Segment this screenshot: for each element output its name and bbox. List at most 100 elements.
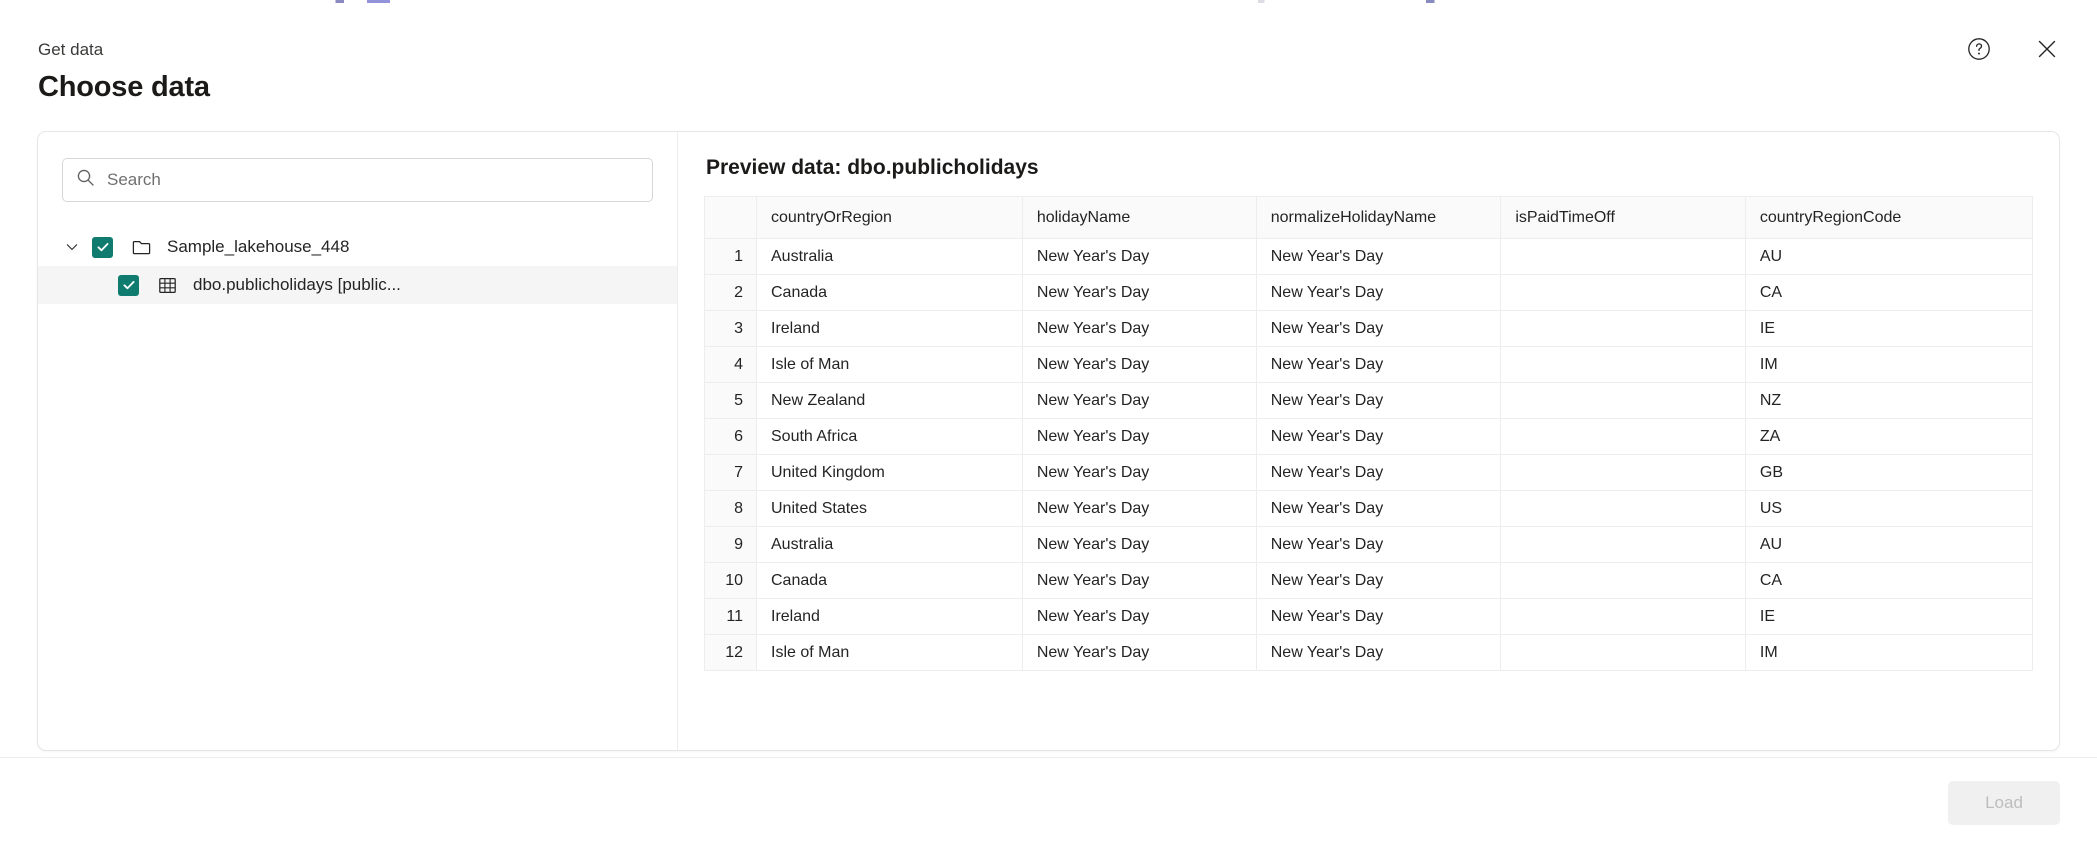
table-cell-normalizeHolidayName: New Year's Day (1255, 526, 1502, 563)
preview-pane: Preview data: dbo.publicholidays country… (678, 132, 2059, 750)
table-cell-countryOrRegion: Isle of Man (756, 346, 1023, 383)
table-cell-isPaidTimeOff (1500, 562, 1746, 599)
row-number: 3 (704, 310, 757, 347)
table-cell-countryOrRegion: United Kingdom (756, 454, 1023, 491)
search-icon (76, 168, 95, 192)
dialog-body: Sample_lakehouse_448 (0, 131, 2097, 751)
table-cell-normalizeHolidayName: New Year's Day (1255, 310, 1502, 347)
close-button[interactable] (2027, 29, 2067, 69)
checkbox-lakehouse[interactable] (92, 236, 113, 258)
table-cell-countryOrRegion: New Zealand (756, 382, 1023, 419)
row-number: 8 (704, 490, 757, 527)
search-wrap (38, 158, 677, 202)
table-cell-countryOrRegion: Ireland (756, 598, 1023, 635)
table-cell-isPaidTimeOff (1500, 490, 1746, 527)
table-cell-holidayName: New Year's Day (1021, 238, 1257, 275)
row-number: 4 (704, 346, 757, 383)
table-cell-countryRegionCode: ZA (1744, 418, 2034, 455)
table-row[interactable]: 2 Canada New Year's Day New Year's Day CA (704, 274, 2034, 311)
table-cell-countryOrRegion: Ireland (756, 310, 1023, 347)
dialog-footer: Load (0, 757, 2097, 847)
table-cell-normalizeHolidayName: New Year's Day (1255, 454, 1502, 491)
preview-header-row: countryOrRegion holidayName normalizeHol… (704, 196, 2034, 239)
source-tree: Sample_lakehouse_448 dbo.publicholidays … (38, 228, 677, 304)
table-cell-countryRegionCode: AU (1744, 238, 2034, 275)
table-cell-countryOrRegion: South Africa (756, 418, 1023, 455)
checkbox-publicholidays[interactable] (118, 274, 139, 296)
table-row[interactable]: 3 Ireland New Year's Day New Year's Day IE (704, 310, 2034, 347)
get-data-dialog: Get data Choose data Search Sample_lakeh… (0, 3, 2097, 847)
table-cell-normalizeHolidayName: New Year's Day (1255, 598, 1502, 635)
panes-container: Sample_lakehouse_448 (37, 131, 2060, 751)
table-row[interactable]: 10 Canada New Year's Day New Year's Day CA (704, 562, 2034, 599)
table-cell-countryOrRegion: United States (756, 490, 1023, 527)
table-row[interactable]: 7 United Kingdom New Year's Day New Year's … (704, 454, 2034, 491)
table-row[interactable]: 11 Ireland New Year's Day New Year's Day IE (704, 598, 2034, 635)
table-cell-normalizeHolidayName: New Year's Day (1255, 382, 1502, 419)
row-number: 6 (704, 418, 757, 455)
table-cell-holidayName: New Year's Day (1021, 562, 1257, 599)
tree-item-publicholidays[interactable]: dbo.publicholidays [public... (38, 266, 677, 304)
search-input[interactable] (107, 159, 639, 201)
table-cell-holidayName: New Year's Day (1021, 274, 1257, 311)
table-cell-isPaidTimeOff (1500, 274, 1746, 311)
table-cell-holidayName: New Year's Day (1021, 454, 1257, 491)
table-cell-countryOrRegion: Australia (756, 526, 1023, 563)
tree-item-label: Sample_lakehouse_448 (167, 237, 350, 256)
table-cell-countryRegionCode: CA (1744, 562, 2034, 599)
table-cell-countryRegionCode: IE (1744, 310, 2034, 347)
table-cell-countryRegionCode: GB (1744, 454, 2034, 491)
table-cell-normalizeHolidayName: New Year's Day (1255, 418, 1502, 455)
help-circle-icon (1966, 36, 1992, 62)
search-box[interactable] (62, 158, 653, 202)
table-row[interactable]: 12 Isle of Man New Year's Day New Year's Da… (704, 634, 2034, 671)
table-cell-isPaidTimeOff (1500, 598, 1746, 635)
table-cell-countryRegionCode: CA (1744, 274, 2034, 311)
header-actions (1959, 29, 2067, 69)
help-button[interactable] (1959, 29, 1999, 69)
row-number: 5 (704, 382, 757, 419)
column-header-normalizeHolidayName[interactable]: normalizeHolidayName (1255, 196, 1502, 239)
table-cell-countryRegionCode: AU (1744, 526, 2034, 563)
source-tree-pane: Sample_lakehouse_448 (38, 132, 678, 750)
table-cell-countryRegionCode: IM (1744, 346, 2034, 383)
table-cell-countryRegionCode: IE (1744, 598, 2034, 635)
table-cell-holidayName: New Year's Day (1021, 382, 1257, 419)
table-cell-normalizeHolidayName: New Year's Day (1255, 562, 1502, 599)
table-cell-isPaidTimeOff (1500, 238, 1746, 275)
table-cell-isPaidTimeOff (1500, 382, 1746, 419)
table-row[interactable]: 1 Australia New Year's Day New Year's Day AU (704, 238, 2034, 275)
table-cell-normalizeHolidayName: New Year's Day (1255, 346, 1502, 383)
column-header-countryRegionCode[interactable]: countryRegionCode (1744, 196, 2034, 239)
table-row[interactable]: 6 South Africa New Year's Day New Year's Da… (704, 418, 2034, 455)
table-cell-normalizeHolidayName: New Year's Day (1255, 238, 1502, 275)
table-cell-holidayName: New Year's Day (1021, 598, 1257, 635)
preview-table-head: countryOrRegion holidayName normalizeHol… (704, 196, 2034, 239)
table-cell-isPaidTimeOff (1500, 526, 1746, 563)
table-row[interactable]: 5 New Zealand New Year's Day New Year's Day… (704, 382, 2034, 419)
table-row[interactable]: 8 United States New Year's Day New Year's D… (704, 490, 2034, 527)
tree-item-lakehouse[interactable]: Sample_lakehouse_448 (38, 228, 677, 266)
column-header-isPaidTimeOff[interactable]: isPaidTimeOff (1500, 196, 1746, 239)
preview-title: Preview data: dbo.publicholidays (706, 156, 1039, 179)
preview-table: countryOrRegion holidayName normalizeHol… (704, 196, 2034, 671)
table-icon (155, 273, 179, 297)
table-cell-countryRegionCode: IM (1744, 634, 2034, 671)
table-cell-countryOrRegion: Isle of Man (756, 634, 1023, 671)
chevron-down-icon[interactable] (60, 235, 84, 259)
column-header-holidayName[interactable]: holidayName (1021, 196, 1257, 239)
table-cell-isPaidTimeOff (1500, 346, 1746, 383)
row-number: 11 (704, 598, 757, 635)
table-cell-isPaidTimeOff (1500, 418, 1746, 455)
load-button[interactable]: Load (1948, 780, 2060, 825)
table-cell-holidayName: New Year's Day (1021, 346, 1257, 383)
table-cell-countryRegionCode: US (1744, 490, 2034, 527)
table-row[interactable]: 9 Australia New Year's Day New Year's Day AU (704, 526, 2034, 563)
folder-icon (129, 235, 153, 259)
table-cell-holidayName: New Year's Day (1021, 310, 1257, 347)
column-header-countryOrRegion[interactable]: countryOrRegion (756, 196, 1023, 239)
table-row[interactable]: 4 Isle of Man New Year's Day New Year's Day… (704, 346, 2034, 383)
row-number: 1 (704, 238, 757, 275)
rownum-header (704, 196, 757, 239)
table-cell-holidayName: New Year's Day (1021, 418, 1257, 455)
